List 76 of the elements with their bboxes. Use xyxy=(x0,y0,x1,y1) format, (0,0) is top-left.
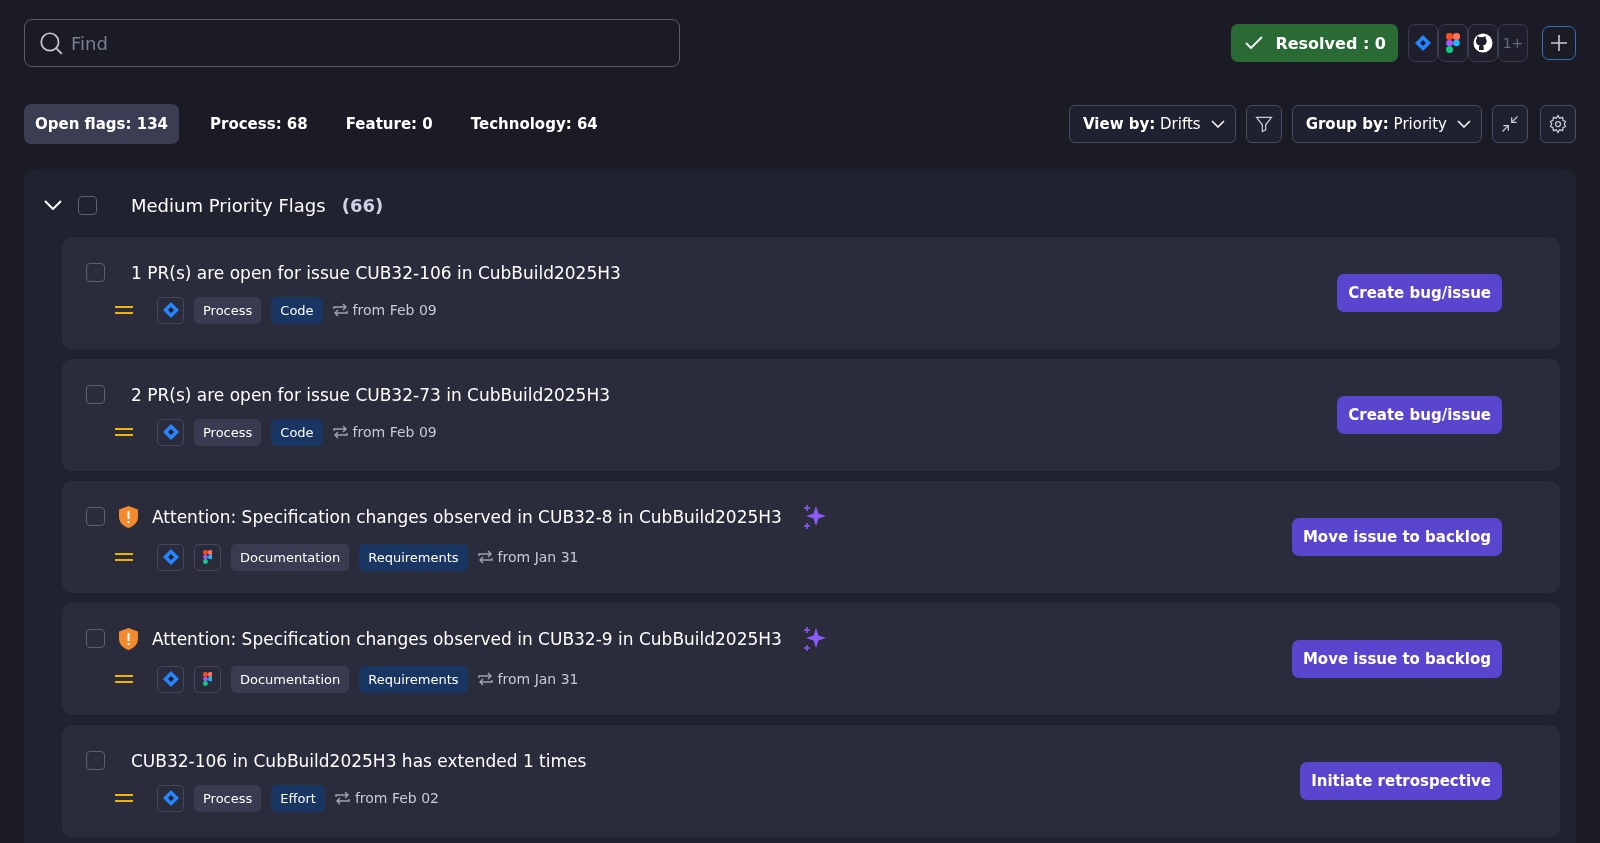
tag: Documentation xyxy=(231,543,350,571)
repeat-icon xyxy=(332,303,348,317)
flag-title: 1 PR(s) are open for issue CUB32-106 in CubBuild2025H3 xyxy=(131,262,621,283)
figma-icon xyxy=(202,672,213,686)
check-icon xyxy=(1245,36,1264,50)
checkbox[interactable] xyxy=(86,385,105,404)
flag-title: Attention: Specification changes observed in CUB32-8 in CubBuild2025H3 xyxy=(152,506,782,527)
equals-icon xyxy=(115,552,133,562)
diamond-icon xyxy=(1415,35,1431,51)
tag: Code xyxy=(271,296,323,324)
repeat-icon xyxy=(334,791,350,805)
repeat-icon xyxy=(477,672,493,686)
view-by-dropdown[interactable]: View by: Drifts xyxy=(1069,105,1236,143)
since-text: from Feb 09 xyxy=(352,424,437,440)
filter-tab[interactable]: Open flags: 134 xyxy=(24,104,179,144)
tag: Process xyxy=(194,784,262,812)
filter-tab[interactable]: Process: 68 xyxy=(199,104,319,144)
equals-icon xyxy=(115,793,133,803)
action-button[interactable]: Move issue to backlog xyxy=(1291,640,1502,678)
settings-button[interactable] xyxy=(1540,105,1576,143)
funnel-icon xyxy=(1253,114,1274,134)
tag: Code xyxy=(271,418,323,446)
diamond-icon xyxy=(162,302,179,318)
action-button[interactable]: Create bug/issue xyxy=(1337,274,1502,312)
flag-title: Attention: Specification changes observed in CUB32-9 in CubBuild2025H3 xyxy=(152,628,782,649)
since-text: from Jan 31 xyxy=(497,549,579,565)
diamond-icon xyxy=(162,549,179,565)
cat-icon xyxy=(1473,33,1493,53)
tag: Requirements xyxy=(359,543,468,571)
checkbox[interactable] xyxy=(78,195,97,215)
search-field[interactable]: Find xyxy=(24,19,680,67)
tag: Effort xyxy=(271,784,325,812)
integration-chip[interactable] xyxy=(1438,24,1468,62)
tag: Requirements xyxy=(359,665,468,693)
since-text: from Feb 02 xyxy=(354,790,439,806)
search-icon xyxy=(38,30,64,56)
collapse-arrows-icon xyxy=(1500,114,1520,134)
group-count: (66) xyxy=(341,194,384,216)
checkbox[interactable] xyxy=(86,751,105,770)
flag-title: 2 PR(s) are open for issue CUB32-73 in CubBuild2025H3 xyxy=(131,384,611,405)
diamond-icon xyxy=(162,424,179,440)
group-title: Medium Priority Flags xyxy=(131,194,326,216)
filter-tab[interactable]: Technology: 64 xyxy=(459,104,609,144)
repeat-icon xyxy=(477,550,493,564)
settings-icon xyxy=(1548,114,1568,134)
chevron-down-icon xyxy=(1457,120,1471,128)
filter-button[interactable] xyxy=(1245,105,1282,143)
since-text: from Feb 09 xyxy=(352,302,437,318)
diamond-icon xyxy=(162,790,179,806)
diamond-icon xyxy=(162,671,179,687)
repeat-icon xyxy=(332,425,348,439)
flag-title: CUB32-106 in CubBuild2025H3 has extended 1 times xyxy=(131,750,587,771)
collapse-button[interactable] xyxy=(1492,105,1528,143)
chevron-down-icon xyxy=(1210,120,1225,128)
tag: Process xyxy=(194,296,262,324)
checkbox[interactable] xyxy=(86,629,105,648)
since-text: from Jan 31 xyxy=(497,671,579,687)
equals-icon xyxy=(115,427,133,437)
integration-chip[interactable] xyxy=(1468,24,1498,62)
action-button[interactable]: Create bug/issue xyxy=(1337,396,1502,434)
resolved-button[interactable]: Resolved : 0 xyxy=(1231,24,1398,62)
add-button[interactable] xyxy=(1542,26,1576,60)
figma-icon xyxy=(1446,33,1460,53)
equals-icon xyxy=(115,305,133,315)
checkbox[interactable] xyxy=(86,263,105,282)
tag: Documentation xyxy=(231,665,350,693)
action-button[interactable]: Move issue to backlog xyxy=(1291,518,1502,556)
action-button[interactable]: Initiate retrospective xyxy=(1300,762,1502,800)
equals-icon xyxy=(115,674,133,684)
tag: Process xyxy=(194,418,262,446)
checkbox[interactable] xyxy=(86,507,105,526)
plus-icon xyxy=(1550,34,1568,52)
group-by-dropdown[interactable]: Group by: Priority xyxy=(1291,105,1482,143)
figma-icon xyxy=(202,550,213,564)
filter-tab[interactable]: Feature: 0 xyxy=(334,104,444,144)
chevron-icon[interactable] xyxy=(44,200,62,210)
